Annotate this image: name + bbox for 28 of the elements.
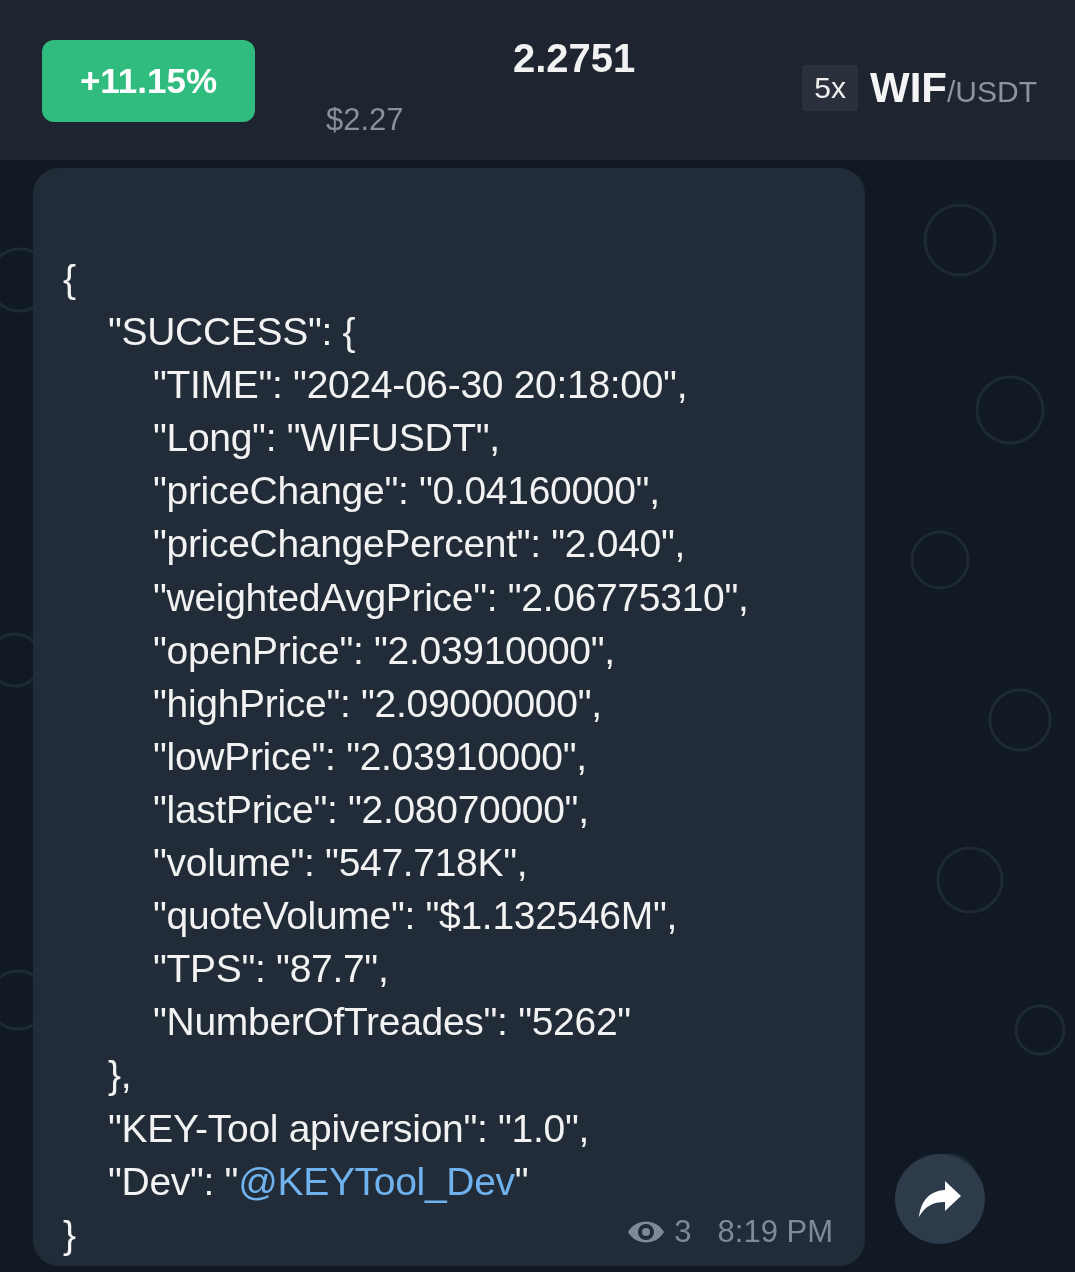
quote-symbol: /USDT bbox=[947, 75, 1037, 109]
message-time: 8:19 PM bbox=[717, 1214, 833, 1250]
code-line: "quoteVolume": "$1.132546M", bbox=[153, 893, 677, 940]
code-line: "Dev": "@KEYTool_Dev" bbox=[108, 1158, 529, 1205]
code-line: "TIME": "2024-06-30 20:18:00", bbox=[153, 362, 688, 409]
code-line: "lowPrice": "2.03910000", bbox=[153, 733, 587, 780]
code-line: }, bbox=[108, 1052, 132, 1099]
code-line: { bbox=[63, 256, 76, 302]
code-line: "KEY-Tool apiversion": "1.0", bbox=[108, 1105, 589, 1152]
code-line: "priceChangePercent": "2.040", bbox=[153, 521, 686, 568]
code-line: "openPrice": "2.03910000", bbox=[153, 627, 615, 674]
share-icon bbox=[917, 1179, 963, 1219]
code-line: "weightedAvgPrice": "2.06775310", bbox=[153, 574, 749, 621]
code-line: "TPS": "87.7", bbox=[153, 946, 389, 993]
code-line: "SUCCESS": { bbox=[108, 309, 356, 356]
last-price: 2.2751 bbox=[513, 36, 636, 81]
code-line: "priceChange": "0.04160000", bbox=[153, 468, 660, 515]
code-line: } bbox=[63, 1211, 76, 1258]
username-link[interactable]: @KEYTool_Dev bbox=[238, 1159, 515, 1203]
code-line: "highPrice": "2.09000000", bbox=[153, 680, 602, 727]
code-line: "Long": "WIFUSDT", bbox=[153, 415, 500, 462]
code-line: "volume": "547.718K", bbox=[153, 840, 528, 887]
code-line: "NumberOfTreades": "5262" bbox=[153, 999, 631, 1046]
usd-price: $2.27 bbox=[326, 102, 404, 138]
leverage-tag: 5x bbox=[802, 65, 859, 111]
code-line: "lastPrice": "2.08070000", bbox=[153, 786, 589, 833]
base-symbol: WIF bbox=[870, 64, 947, 112]
view-count: 3 bbox=[674, 1214, 692, 1250]
